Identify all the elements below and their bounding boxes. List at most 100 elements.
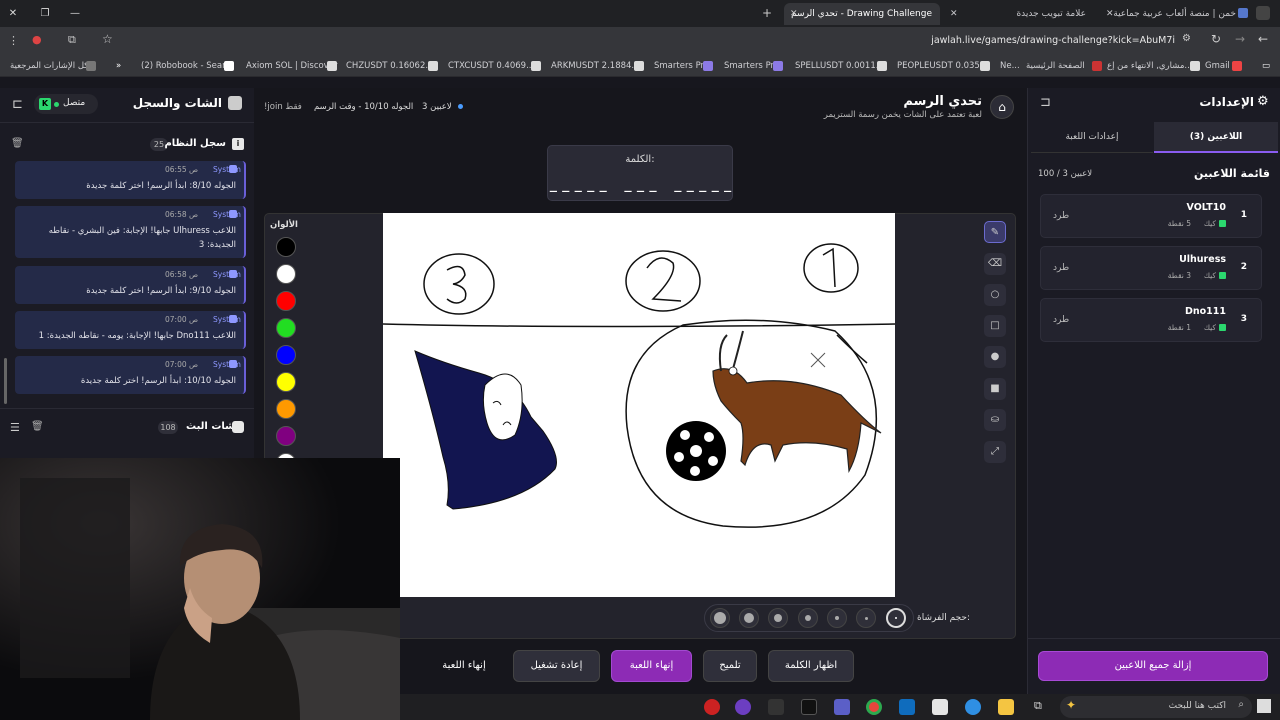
clear-chat-trash-icon[interactable]: 🗑 bbox=[31, 421, 44, 432]
player-rank: 2 bbox=[1240, 262, 1247, 272]
close-window-icon[interactable]: ✕ bbox=[0, 0, 26, 27]
obs-icon[interactable] bbox=[704, 699, 720, 715]
kick-player-button[interactable]: طرد bbox=[1053, 315, 1069, 325]
minimize-window-icon[interactable]: — bbox=[62, 0, 88, 27]
color-swatch-white[interactable] bbox=[276, 264, 296, 284]
stream-chat-menu-icon[interactable]: ☰ bbox=[10, 421, 20, 434]
filled-circle-tool-icon[interactable]: ● bbox=[984, 346, 1006, 368]
brush-size-5[interactable] bbox=[739, 608, 759, 628]
bookmark-mashari[interactable]: مشاري, الانتهاء من إع... bbox=[1107, 60, 1193, 73]
tab-khamin[interactable]: ✕ خمن | منصة ألعاب عربية جماعية bbox=[1102, 3, 1252, 25]
windows-start-icon[interactable] bbox=[1257, 699, 1271, 713]
app-icon[interactable] bbox=[834, 699, 850, 715]
end-game-button[interactable]: إنهاء اللعبة bbox=[611, 650, 692, 682]
tab-drawing-challenge[interactable]: ✕ تحدي الرسم - Drawing Challenge bbox=[784, 3, 940, 25]
bookmarks-folder-icon[interactable]: ▭ bbox=[1262, 60, 1270, 73]
brush-size-label: حجم الفرشاة: bbox=[917, 613, 971, 623]
player-rank: 1 bbox=[1240, 210, 1247, 220]
back-icon[interactable]: ← bbox=[1258, 32, 1268, 46]
collapse-panel-icon[interactable]: ⊏ bbox=[12, 97, 23, 112]
task-view-icon[interactable]: ⧉ bbox=[1034, 699, 1042, 713]
color-swatch-blue[interactable] bbox=[276, 345, 296, 365]
restart-button[interactable]: إعادة تشغيل bbox=[513, 650, 600, 682]
brush-size-3[interactable] bbox=[798, 608, 818, 628]
store-icon[interactable] bbox=[932, 699, 948, 715]
drawing-canvas[interactable] bbox=[382, 213, 896, 597]
tab-close-icon[interactable]: ✕ bbox=[1106, 3, 1114, 25]
show-word-button[interactable]: اظهار الكلمة bbox=[768, 650, 854, 682]
info-icon: i bbox=[232, 138, 244, 150]
clear-log-trash-icon[interactable]: 🗑 bbox=[11, 138, 24, 149]
reload-icon[interactable]: ↻ bbox=[1211, 32, 1221, 46]
bookmark-spell[interactable]: SPELLUSDT 0.0011... bbox=[795, 60, 884, 73]
circle-tool-icon[interactable]: ○ bbox=[984, 284, 1006, 306]
site-settings-icon[interactable]: ⚙ bbox=[1182, 33, 1191, 44]
extensions-puzzle-icon[interactable]: ⧉ bbox=[68, 33, 76, 47]
bookmarks-overflow-icon[interactable]: » bbox=[116, 60, 121, 73]
brush-size-6[interactable] bbox=[710, 608, 730, 628]
end-game-secondary-button[interactable]: إنهاء اللعبة bbox=[426, 650, 502, 682]
color-swatch-yellow[interactable] bbox=[276, 372, 296, 392]
brush-size-2[interactable] bbox=[827, 608, 847, 628]
bookmark-smarters-1[interactable]: Smarters Pro bbox=[654, 60, 709, 73]
forward-icon[interactable]: → bbox=[1235, 32, 1245, 46]
color-swatch-purple[interactable] bbox=[276, 426, 296, 446]
filled-rect-tool-icon[interactable]: ■ bbox=[984, 378, 1006, 400]
chat-bubble-icon bbox=[232, 421, 244, 433]
rectangle-tool-icon[interactable]: □ bbox=[984, 315, 1006, 337]
pencil-tool-icon[interactable]: ✎ bbox=[984, 221, 1006, 243]
gmail-icon bbox=[1232, 61, 1242, 71]
tab-close-icon[interactable]: ✕ bbox=[950, 3, 958, 25]
chrome-icon[interactable] bbox=[866, 699, 882, 715]
bookmark-all[interactable]: كل الإشارات المرجعية bbox=[10, 60, 88, 73]
edge-icon[interactable] bbox=[965, 699, 981, 715]
tab-players[interactable]: اللاعبين (3) bbox=[1154, 122, 1278, 153]
kick-player-button[interactable]: طرد bbox=[1053, 211, 1069, 221]
extension-icon[interactable]: ● bbox=[32, 33, 42, 46]
log-scrollbar[interactable] bbox=[4, 358, 7, 404]
menu-dots-icon[interactable]: ⋮ bbox=[8, 34, 19, 47]
home-icon[interactable]: ⌂ bbox=[990, 95, 1014, 119]
bookmark-star-icon[interactable]: ☆ bbox=[102, 32, 113, 46]
hint-button[interactable]: تلميح bbox=[703, 650, 757, 682]
tiktok-icon[interactable] bbox=[801, 699, 817, 715]
bookmark-smarters-2[interactable]: Smarters Pro bbox=[724, 60, 779, 73]
line-tool-icon[interactable]: ⤢ bbox=[984, 441, 1006, 463]
bookmark-home[interactable]: الصفحة الرئيسية bbox=[1026, 60, 1085, 73]
bookmark-chz[interactable]: CHZUSDT 0.16062... bbox=[346, 60, 433, 73]
bookmark-ctxc[interactable]: CTXCUSDT 0.4069... bbox=[448, 60, 534, 73]
bookmark-axiom[interactable]: Axiom SOL | Discover bbox=[246, 60, 337, 73]
color-swatch-red[interactable] bbox=[276, 291, 296, 311]
outlook-icon[interactable] bbox=[899, 699, 915, 715]
taskbar-search-box[interactable]: اكتب هنا للبحث ⌕ ✦ bbox=[1060, 696, 1252, 718]
tab-search-icon[interactable] bbox=[1256, 6, 1270, 20]
bookmark-ne[interactable]: Ne... bbox=[1000, 60, 1020, 73]
app-icon[interactable] bbox=[735, 699, 751, 715]
app-icon[interactable] bbox=[768, 699, 784, 715]
bookmark-arkm[interactable]: ARKMUSDT 2.1884... bbox=[551, 60, 640, 73]
bookmark-people[interactable]: PEOPLEUSDT 0.035... bbox=[897, 60, 988, 73]
tab-new-tab[interactable]: ✕ علامة تبويب جديدة bbox=[946, 3, 1096, 25]
color-swatch-green[interactable] bbox=[276, 318, 296, 338]
player-points: 1 نقطة bbox=[1167, 323, 1191, 332]
tab-game-settings[interactable]: إعدادات اللعبة bbox=[1031, 122, 1153, 153]
eraser-tool-icon[interactable]: ⌫ bbox=[984, 253, 1006, 275]
remove-all-players-button[interactable]: إزالة جميع اللاعبين bbox=[1038, 651, 1268, 681]
brush-size-4[interactable] bbox=[768, 608, 788, 628]
kick-player-button[interactable]: طرد bbox=[1053, 263, 1069, 273]
color-swatch-black[interactable] bbox=[276, 237, 296, 257]
bookmark-robobook[interactable]: (2) Robobook - Sear... bbox=[141, 60, 233, 73]
restore-window-icon[interactable]: ❐ bbox=[32, 0, 58, 27]
color-swatch-orange[interactable] bbox=[276, 399, 296, 419]
collapse-settings-icon[interactable]: ⊐ bbox=[1040, 95, 1051, 110]
drawing-svg bbox=[382, 243, 896, 528]
tab-close-icon[interactable]: ✕ bbox=[790, 3, 798, 25]
new-tab-icon[interactable]: + bbox=[760, 6, 774, 20]
bookmark-gmail[interactable]: Gmail bbox=[1205, 60, 1230, 73]
fill-bucket-tool-icon[interactable]: ⛀ bbox=[984, 409, 1006, 431]
brush-size-selected[interactable] bbox=[886, 608, 906, 628]
file-explorer-icon[interactable] bbox=[998, 699, 1014, 715]
brush-size-1[interactable] bbox=[856, 608, 876, 628]
gmail-icon bbox=[1190, 61, 1200, 71]
url-field[interactable]: jawlah.live/games/drawing-challenge?kick… bbox=[930, 35, 1175, 46]
